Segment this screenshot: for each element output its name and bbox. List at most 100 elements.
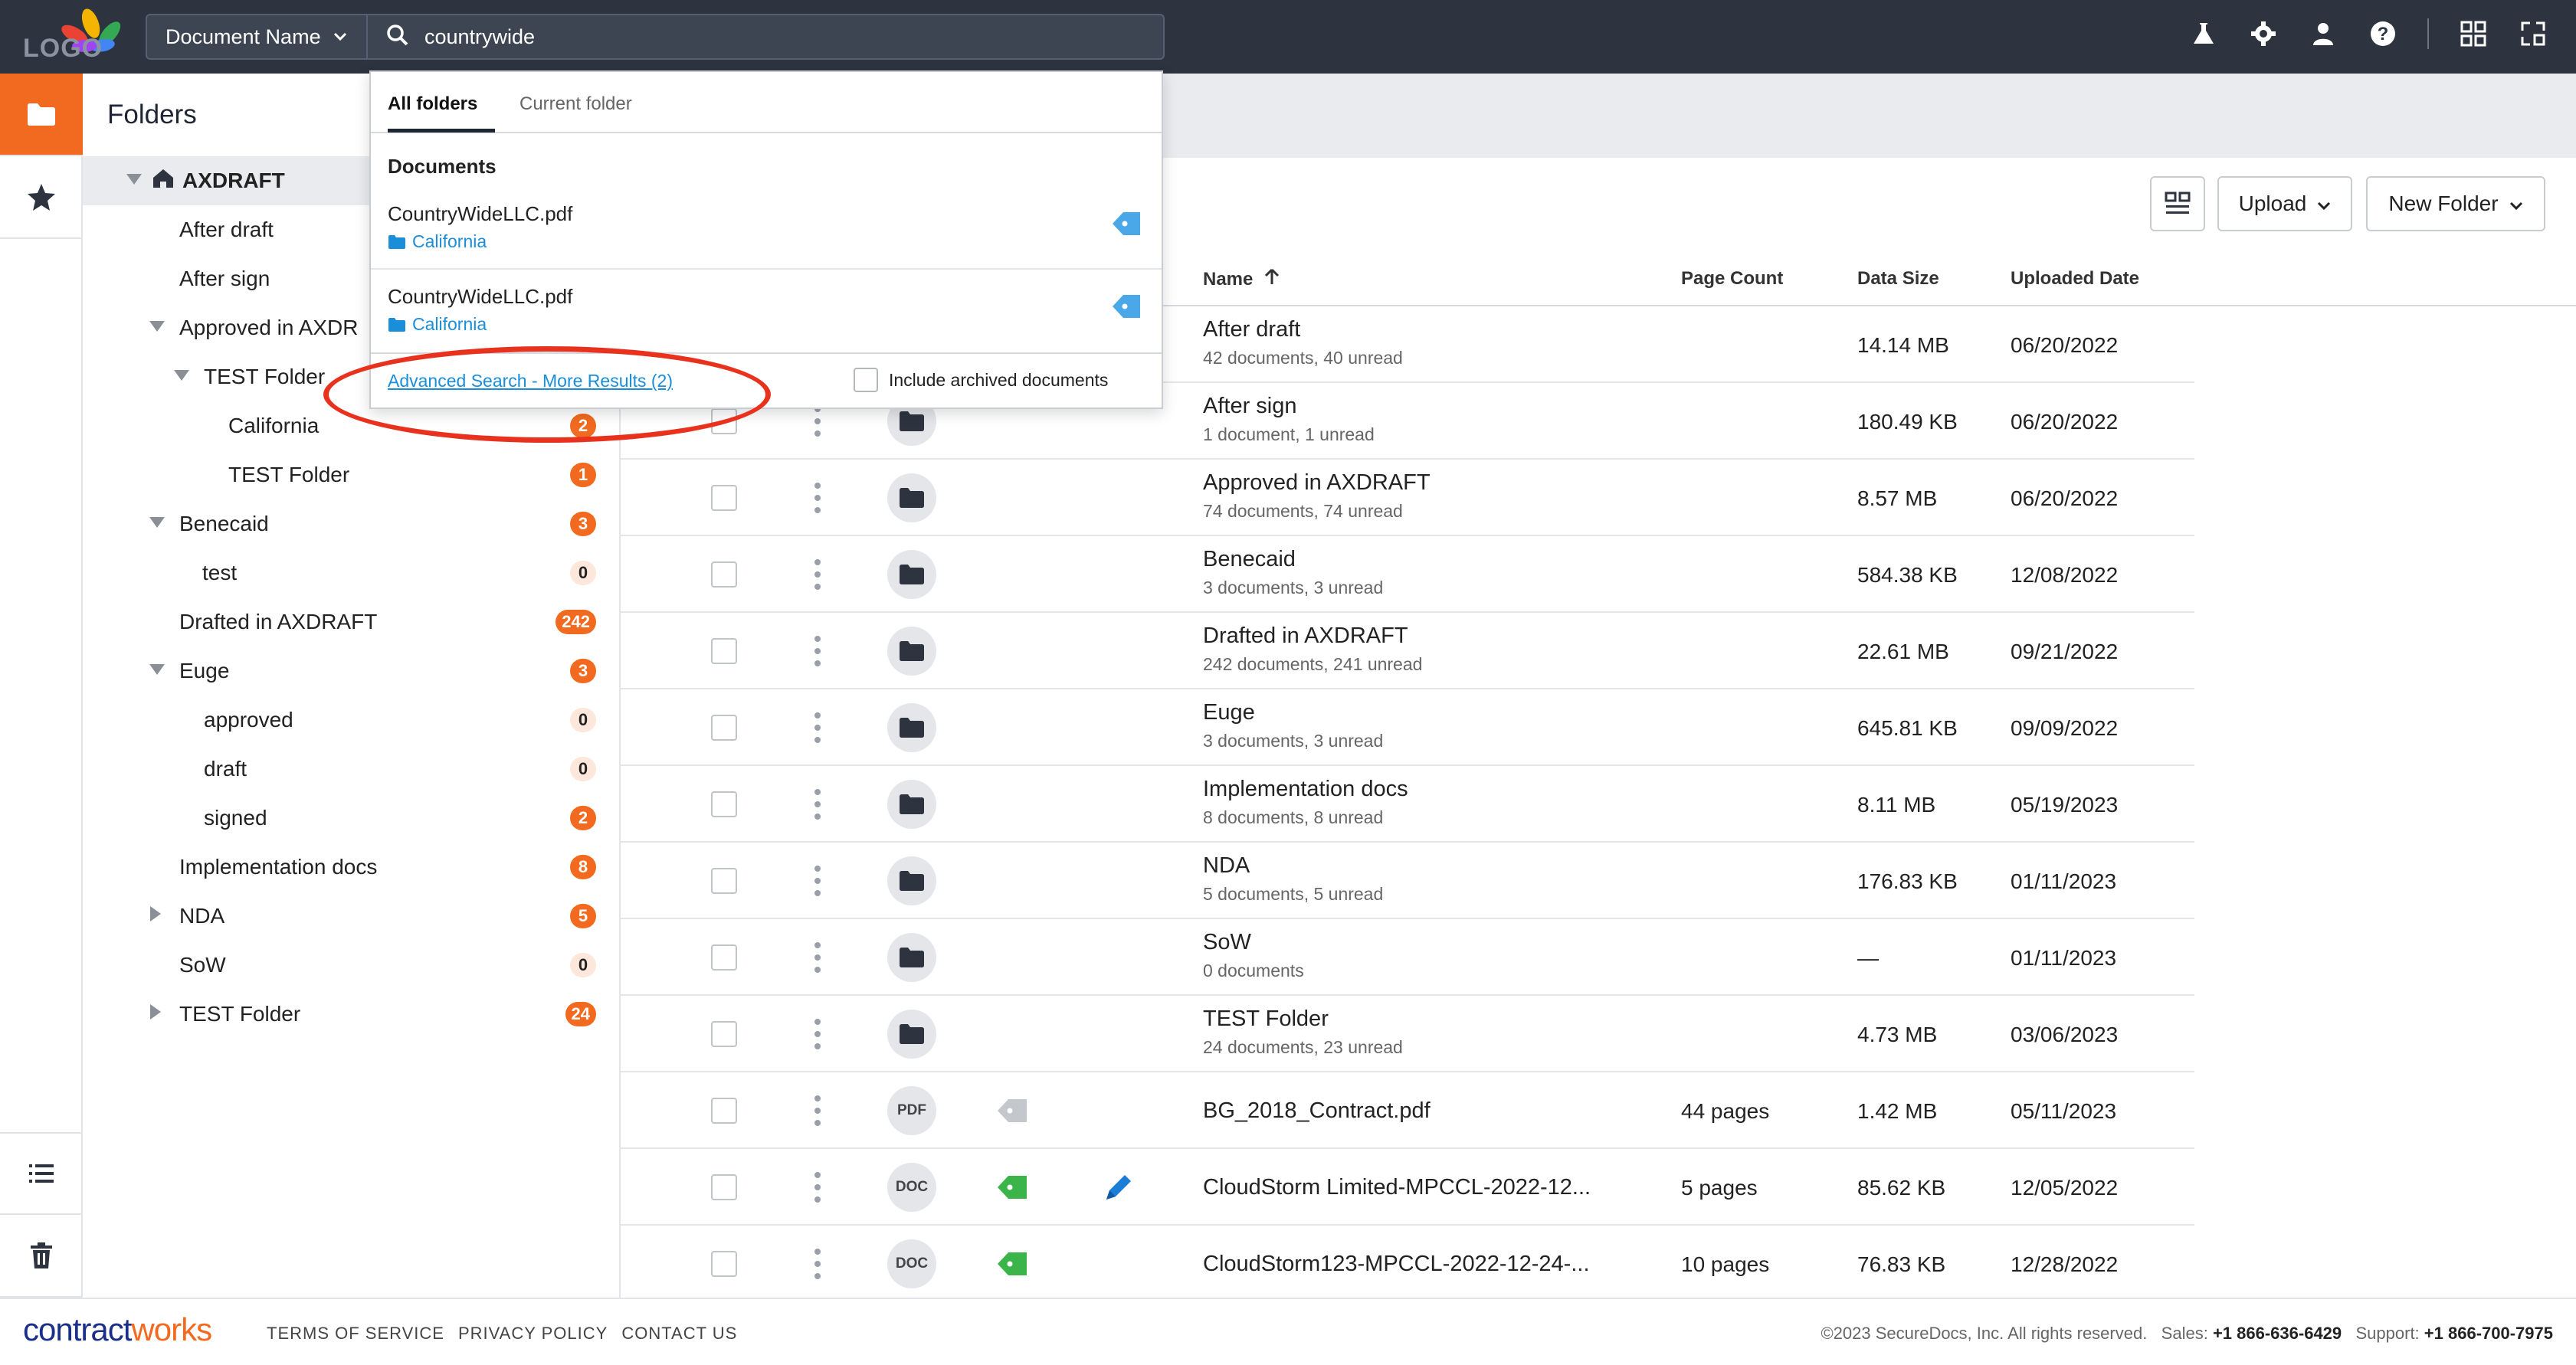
tree-item-test[interactable]: test 0 <box>83 548 619 597</box>
flask-icon[interactable] <box>2188 18 2219 49</box>
row-name[interactable]: After sign <box>1203 394 1297 419</box>
kebab-menu-icon[interactable] <box>814 711 821 745</box>
kebab-menu-icon[interactable] <box>814 404 821 438</box>
triangle-down-icon[interactable] <box>149 317 167 339</box>
tree-item-approved[interactable]: approved 0 <box>83 696 619 745</box>
table-row[interactable]: Benecaid 3 documents, 3 unread 584.38 KB 12… <box>621 536 2194 613</box>
privacy-link[interactable]: PRIVACY POLICY <box>458 1324 608 1344</box>
search-scope-select[interactable]: Document Name <box>146 14 368 60</box>
rail-favorites[interactable] <box>0 156 83 239</box>
tree-item-test-folder[interactable]: TEST Folder 24 <box>83 990 619 1039</box>
rail-folders[interactable] <box>0 74 83 156</box>
user-icon[interactable] <box>2308 18 2338 49</box>
upload-button[interactable]: Upload <box>2217 176 2352 231</box>
help-icon[interactable]: ? <box>2368 18 2398 49</box>
kebab-menu-icon[interactable] <box>814 864 821 898</box>
search-result-item[interactable]: CountryWideLLC.pdf California <box>371 270 1162 352</box>
row-checkbox[interactable] <box>711 868 737 894</box>
row-name[interactable]: CloudStorm Limited-MPCCL-2022-12... <box>1203 1175 1591 1200</box>
table-row[interactable]: TEST Folder 24 documents, 23 unread 4.73 M… <box>621 996 2194 1072</box>
tag-icon[interactable] <box>1111 210 1142 237</box>
table-row[interactable]: NDA 5 documents, 5 unread 176.83 KB 01/11/2… <box>621 843 2194 919</box>
row-checkbox[interactable] <box>711 791 737 817</box>
tag-icon[interactable] <box>996 1174 1028 1201</box>
tree-item-benecaid[interactable]: Benecaid 3 <box>83 499 619 548</box>
new-folder-button[interactable]: New Folder <box>2366 176 2545 231</box>
column-header-page-count[interactable]: Page Count <box>1681 268 1783 290</box>
kebab-menu-icon[interactable] <box>814 787 821 821</box>
table-row[interactable]: DOC CloudStorm Limited-MPCCL-2022-12... 5 … <box>621 1149 2194 1226</box>
result-location[interactable]: California <box>388 231 487 252</box>
brand-logo[interactable]: contractworks <box>23 1311 212 1348</box>
row-name[interactable]: After draft <box>1203 317 1300 342</box>
column-header-data-size[interactable]: Data Size <box>1857 268 1939 290</box>
triangle-down-icon[interactable] <box>149 660 167 682</box>
row-checkbox[interactable] <box>711 1021 737 1047</box>
kebab-menu-icon[interactable] <box>814 634 821 668</box>
table-row[interactable]: Implementation docs 8 documents, 8 unread… <box>621 766 2194 843</box>
kebab-menu-icon[interactable] <box>814 1017 821 1051</box>
tag-icon[interactable] <box>1111 293 1142 320</box>
row-name[interactable]: Drafted in AXDRAFT <box>1203 624 1408 649</box>
tab-all-folders[interactable]: All folders <box>388 93 477 115</box>
expand-icon[interactable] <box>2518 18 2548 49</box>
kebab-menu-icon[interactable] <box>814 941 821 974</box>
search-box[interactable] <box>368 14 1165 60</box>
kebab-menu-icon[interactable] <box>814 1094 821 1128</box>
tree-item-test-folder-nested[interactable]: TEST Folder 1 <box>83 450 619 499</box>
row-checkbox[interactable] <box>711 715 737 741</box>
tab-current-folder[interactable]: Current folder <box>519 93 632 115</box>
row-checkbox[interactable] <box>711 1098 737 1124</box>
kebab-menu-icon[interactable] <box>814 1170 821 1204</box>
tree-item-nda[interactable]: NDA 5 <box>83 892 619 941</box>
row-checkbox[interactable] <box>711 944 737 971</box>
search-input[interactable] <box>424 25 1114 49</box>
triangle-right-icon[interactable] <box>149 905 167 928</box>
table-row[interactable]: Euge 3 documents, 3 unread 645.81 KB 09/09/… <box>621 689 2194 766</box>
search-result-item[interactable]: CountryWideLLC.pdf California <box>371 187 1162 270</box>
table-row[interactable]: SoW 0 documents — 01/11/2023 <box>621 919 2194 996</box>
view-toggle-button[interactable] <box>2150 176 2205 231</box>
tree-item-euge[interactable]: Euge 3 <box>83 646 619 696</box>
kebab-menu-icon[interactable] <box>814 1247 821 1281</box>
row-checkbox[interactable] <box>711 561 737 588</box>
row-name[interactable]: SoW <box>1203 930 1251 955</box>
gear-icon[interactable] <box>2248 18 2279 49</box>
row-name[interactable]: Approved in AXDRAFT <box>1203 470 1431 496</box>
tree-item-drafted-in-axdraft[interactable]: Drafted in AXDRAFT 242 <box>83 597 619 646</box>
result-location[interactable]: California <box>388 314 487 335</box>
kebab-menu-icon[interactable] <box>814 558 821 591</box>
row-name[interactable]: NDA <box>1203 853 1250 879</box>
table-row[interactable]: Drafted in AXDRAFT 242 documents, 241 unr… <box>621 613 2194 689</box>
column-header-name[interactable]: Name <box>1203 268 1280 290</box>
tree-item-sow[interactable]: SoW 0 <box>83 941 619 990</box>
row-name[interactable]: Benecaid <box>1203 547 1296 572</box>
signature-pen-icon[interactable] <box>1102 1170 1136 1204</box>
rail-list[interactable] <box>0 1132 83 1215</box>
terms-link[interactable]: TERMS OF SERVICE <box>267 1324 444 1344</box>
column-header-uploaded-date[interactable]: Uploaded Date <box>2011 268 2139 290</box>
rail-trash[interactable] <box>0 1215 83 1298</box>
row-name[interactable]: Euge <box>1203 700 1255 725</box>
row-checkbox[interactable] <box>711 1251 737 1277</box>
triangle-down-icon[interactable] <box>149 513 167 535</box>
tag-icon[interactable] <box>996 1250 1028 1278</box>
row-checkbox[interactable] <box>711 638 737 664</box>
logo[interactable]: LOGO <box>20 8 124 66</box>
triangle-down-icon[interactable] <box>126 170 144 191</box>
row-name[interactable]: TEST Folder <box>1203 1007 1329 1032</box>
tree-item-signed[interactable]: signed 2 <box>83 794 619 843</box>
row-name[interactable]: CloudStorm123-MPCCL-2022-12-24-... <box>1203 1252 1590 1277</box>
row-checkbox[interactable] <box>711 485 737 511</box>
include-archived-option[interactable]: Include archived documents <box>854 368 1108 392</box>
tree-item-draft[interactable]: draft 0 <box>83 745 619 794</box>
include-archived-checkbox[interactable] <box>854 368 878 392</box>
table-row[interactable]: DOC CloudStorm123-MPCCL-2022-12-24-... 10 … <box>621 1226 2194 1302</box>
tree-item-implementation-docs[interactable]: Implementation docs 8 <box>83 843 619 892</box>
table-row[interactable]: PDF BG_2018_Contract.pdf 44 pages 1.42 MB 05… <box>621 1072 2194 1149</box>
tag-icon[interactable] <box>996 1097 1028 1124</box>
triangle-down-icon[interactable] <box>173 366 192 388</box>
row-name[interactable]: BG_2018_Contract.pdf <box>1203 1098 1431 1124</box>
contact-link[interactable]: CONTACT US <box>621 1324 737 1344</box>
apps-grid-icon[interactable] <box>2458 18 2489 49</box>
